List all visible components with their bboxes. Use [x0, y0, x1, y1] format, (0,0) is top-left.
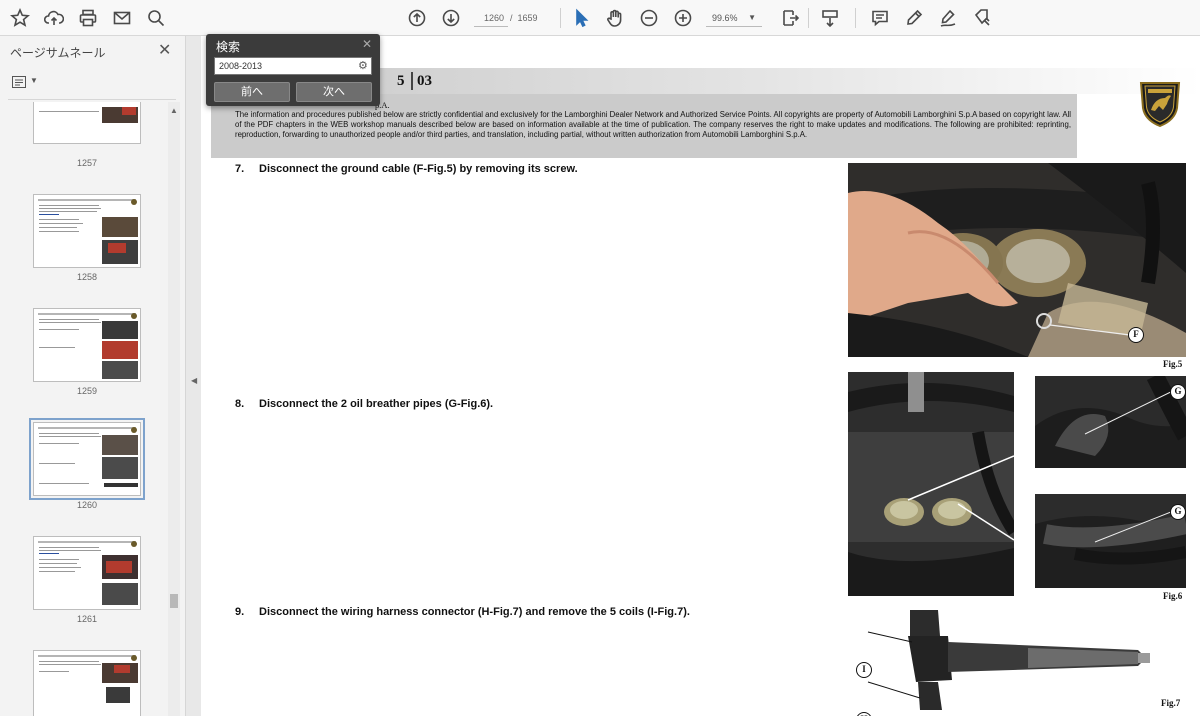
- thumbnail-list: 1257 1258 1259 1260 1261: [0, 102, 168, 716]
- callout-G-top: G: [1170, 384, 1186, 400]
- figure-5-photo: F: [848, 163, 1186, 357]
- hand-tool-icon[interactable]: [603, 6, 627, 30]
- find-next-button[interactable]: 次へ: [296, 82, 372, 102]
- instruction-step: 8. Disconnect the 2 oil breather pipes (G…: [235, 398, 494, 410]
- page-thumbnail[interactable]: [33, 194, 141, 268]
- lamborghini-logo: [1139, 82, 1181, 128]
- thumbnail-page-label: 1260: [76, 500, 98, 510]
- page-thumbnail[interactable]: [33, 308, 141, 382]
- figure-7-photo: I H: [848, 606, 1166, 716]
- callout-G-bottom: G: [1170, 504, 1186, 520]
- sidebar-title: ページサムネール: [10, 46, 106, 60]
- thumbnail-page-label: 1259: [76, 386, 98, 396]
- instruction-step: 9. Disconnect the wiring harness connecto…: [235, 606, 690, 618]
- toolbar-divider: [560, 8, 561, 28]
- figure-caption: Fig.7: [1161, 698, 1181, 708]
- toolbar-divider: [855, 8, 856, 28]
- previous-page-icon[interactable]: [405, 6, 429, 30]
- thumbnail-sidebar: ページサムネール ✕ ▼ 1257 1258 1259 1260 1261 ▲: [0, 36, 186, 716]
- thumbnail-page-label: 1258: [76, 272, 98, 282]
- comment-icon[interactable]: [868, 6, 892, 30]
- next-page-icon[interactable]: [439, 6, 463, 30]
- section-number: 5: [397, 73, 405, 89]
- thumbnail-page-label: 1257: [76, 158, 98, 168]
- figure-caption: Fig.6: [1163, 591, 1183, 601]
- scroll-mode-icon[interactable]: [818, 6, 842, 30]
- scroll-up-icon[interactable]: ▲: [170, 106, 178, 115]
- chapter-number: 03: [417, 73, 432, 89]
- mail-icon[interactable]: [110, 6, 134, 30]
- collapse-sidebar-handle[interactable]: ◀: [191, 376, 197, 385]
- find-panel: 検索 ✕ 2008-2013 ⚙ 前へ 次へ: [206, 34, 380, 106]
- page-thumbnail[interactable]: [33, 536, 141, 610]
- bookmark-star-icon[interactable]: [8, 6, 32, 30]
- highlight-pen-icon[interactable]: [902, 6, 926, 30]
- sidebar-scrollbar[interactable]: ▲: [168, 102, 180, 716]
- chevron-down-icon: ▼: [30, 76, 38, 85]
- notice-text: The information and procedures published…: [235, 110, 1071, 140]
- figure-6-detail-top: G: [1035, 376, 1186, 468]
- search-icon[interactable]: [144, 6, 168, 30]
- figure-6-detail-bottom: G: [1035, 494, 1186, 588]
- page-total: / 1659: [510, 13, 538, 23]
- sidebar-divider: [8, 99, 176, 100]
- page-number-input[interactable]: 1260: [474, 9, 508, 27]
- main-toolbar: 1260 / 1659 99.6% ▼: [0, 0, 1200, 36]
- scrollbar-thumb[interactable]: [170, 594, 178, 608]
- zoom-in-icon[interactable]: [671, 6, 695, 30]
- print-icon[interactable]: [76, 6, 100, 30]
- close-icon[interactable]: ✕: [158, 40, 171, 60]
- fill-sign-icon[interactable]: [970, 6, 994, 30]
- find-title: 検索: [216, 40, 241, 54]
- list-options-icon: [12, 76, 26, 88]
- select-cursor-icon[interactable]: [569, 6, 593, 30]
- figure-6-photo-main: [848, 372, 1014, 596]
- page-thumbnail[interactable]: [29, 418, 145, 500]
- zoom-level-select[interactable]: 99.6% ▼: [706, 9, 762, 27]
- find-previous-button[interactable]: 前へ: [214, 82, 290, 102]
- page-thumbnail[interactable]: [33, 650, 141, 716]
- page-thumbnail[interactable]: [33, 102, 141, 144]
- callout-F: F: [1128, 327, 1144, 343]
- callout-I: I: [856, 662, 872, 678]
- zoom-out-icon[interactable]: [637, 6, 661, 30]
- page-fit-icon[interactable]: [778, 6, 802, 30]
- upload-cloud-icon[interactable]: [42, 6, 66, 30]
- draw-freehand-icon[interactable]: [936, 6, 960, 30]
- search-input[interactable]: 2008-2013: [214, 57, 372, 75]
- chevron-down-icon: ▼: [748, 13, 756, 22]
- thumbnail-page-label: 1261: [76, 614, 98, 624]
- figure-caption: Fig.5: [1163, 359, 1183, 369]
- thumbnail-options-menu[interactable]: ▼: [12, 76, 40, 92]
- document-page: 5 03 p.A. The information and procedures…: [201, 36, 1200, 716]
- gear-icon[interactable]: ⚙: [358, 59, 368, 72]
- instruction-step: 7. Disconnect the ground cable (F-Fig.5) …: [235, 163, 578, 175]
- toolbar-divider: [808, 8, 809, 28]
- close-icon[interactable]: ✕: [362, 37, 372, 51]
